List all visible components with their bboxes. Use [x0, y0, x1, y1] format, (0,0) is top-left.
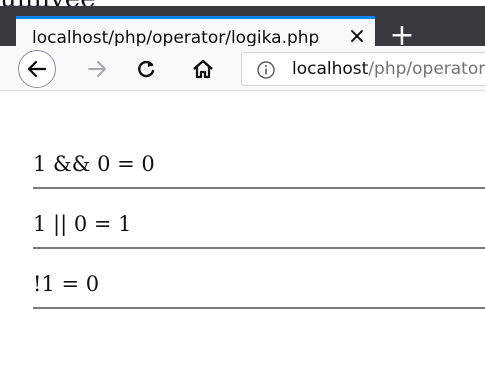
- result-text: 1 || 0 = 1: [33, 212, 132, 236]
- url-text: localhost/php/operator/logika.php: [292, 58, 485, 80]
- address-bar[interactable]: localhost/php/operator/logika.php: [241, 52, 485, 86]
- home-button[interactable]: [186, 52, 220, 86]
- home-icon: [193, 59, 213, 79]
- url-path: /php/operator/logika.php: [368, 59, 485, 79]
- reload-icon: [138, 60, 155, 78]
- navigation-toolbar: localhost/php/operator/logika.php: [0, 46, 485, 91]
- url-host: localhost: [292, 59, 369, 79]
- forward-button[interactable]: [80, 52, 114, 86]
- info-icon: [257, 61, 275, 79]
- reload-button[interactable]: [129, 52, 163, 86]
- back-button[interactable]: [18, 50, 56, 88]
- result-text: !1 = 0: [33, 272, 100, 296]
- result-row: 1 && 0 = 0: [33, 131, 485, 189]
- arrow-left-icon: [27, 60, 47, 78]
- result-text: 1 && 0 = 0: [33, 152, 155, 176]
- tab-bar: localhost/php/operator/logika.php × +: [0, 6, 485, 53]
- result-row: !1 = 0: [33, 251, 485, 309]
- page-content: 1 && 0 = 0 1 || 0 = 1 !1 = 0: [0, 91, 485, 370]
- arrow-right-icon: [88, 61, 106, 77]
- result-row: 1 || 0 = 1: [33, 191, 485, 249]
